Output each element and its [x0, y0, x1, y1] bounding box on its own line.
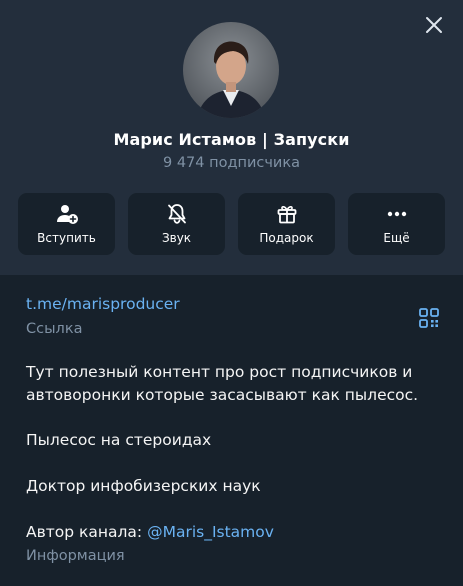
add-user-icon — [56, 205, 78, 224]
gift-label: Подарок — [259, 231, 314, 245]
more-dots-icon — [387, 211, 406, 217]
mute-button[interactable]: Звук — [128, 193, 225, 255]
more-label: Ещё — [383, 231, 410, 245]
join-label: Вступить — [37, 231, 96, 245]
action-bar: Вступить Звук Подарок Ещё — [18, 193, 445, 255]
close-icon[interactable] — [423, 14, 445, 36]
gift-icon — [277, 206, 296, 224]
link-caption: Ссылка — [26, 321, 83, 337]
qr-code-icon[interactable] — [419, 308, 439, 328]
author-line: Автор канала: @Maris_Istamov — [26, 521, 421, 544]
channel-title: Марис Истамов | Запуски — [113, 130, 350, 149]
author-handle-link[interactable]: @Maris_Istamov — [147, 523, 274, 541]
bell-muted-icon — [167, 204, 186, 224]
channel-link[interactable]: t.me/marisproducer — [26, 293, 421, 316]
description-paragraph: Тут полезный контент про рост подписчико… — [26, 363, 419, 404]
gift-button[interactable]: Подарок — [238, 193, 335, 255]
description-paragraph: Пылесос на стероидах — [26, 431, 212, 449]
profile-header: Марис Истамов | Запуски 9 474 подписчика… — [0, 0, 463, 275]
channel-info: t.me/marisproducer Ссылка Тут полезный к… — [26, 291, 421, 568]
description-paragraph: Доктор инфобизерских наук — [26, 477, 261, 495]
more-button[interactable]: Ещё — [348, 193, 445, 255]
info-caption: Информация — [26, 548, 125, 564]
avatar[interactable] — [183, 22, 279, 118]
join-button[interactable]: Вступить — [18, 193, 115, 255]
author-prefix: Автор канала: — [26, 523, 148, 541]
subscriber-count: 9 474 подписчика — [162, 155, 300, 171]
mute-label: Звук — [161, 231, 192, 245]
